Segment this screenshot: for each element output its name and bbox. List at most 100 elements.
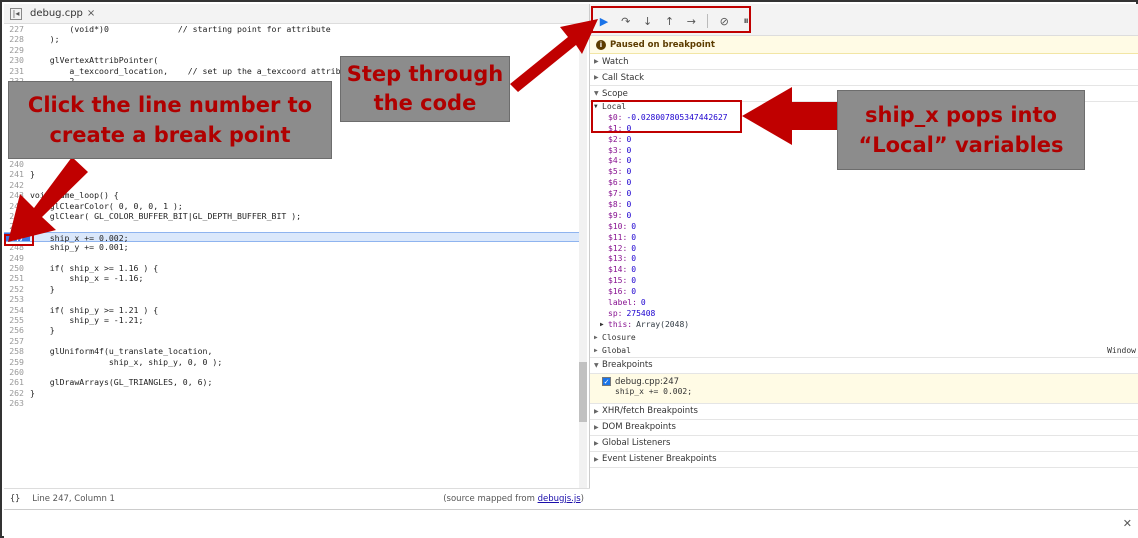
local-variable-row[interactable]: $11: 0 — [590, 233, 1138, 244]
line-number[interactable]: 255 — [4, 315, 30, 325]
variable-name: $5: — [608, 167, 623, 177]
variable-value: 275408 — [626, 308, 656, 318]
local-variable-row[interactable]: $8: 0 — [590, 200, 1138, 211]
click-callout-line1: Click the line number to — [27, 93, 313, 117]
code-line: 261 glDrawArrays(GL_TRIANGLES, 0, 6); — [4, 377, 580, 387]
variable-name: sp: — [608, 308, 623, 318]
code-text: if( ship_x >= 1.16 ) { — [30, 262, 159, 273]
line-number[interactable]: 260 — [4, 367, 30, 377]
variable-value: 0 — [626, 167, 632, 177]
line-number[interactable]: 262 — [4, 388, 30, 398]
variable-name: $3: — [608, 145, 623, 155]
local-variable-row[interactable]: $7: 0 — [590, 189, 1138, 200]
variable-name: $16: — [608, 287, 628, 297]
line-number[interactable]: 261 — [4, 377, 30, 387]
variable-name: $11: — [608, 232, 628, 242]
line-number[interactable]: 231 — [4, 66, 30, 76]
line-number[interactable]: 250 — [4, 263, 30, 273]
line-number[interactable]: 246 — [4, 221, 30, 231]
closure-section[interactable]: ▶ Closure — [590, 331, 1138, 344]
variable-name: $2: — [608, 134, 623, 144]
code-text: ); — [30, 34, 60, 45]
dom-breakpoints-section[interactable]: ▶ DOM Breakpoints — [590, 420, 1138, 436]
click-line-number-callout: Click the line number to create a break … — [8, 81, 332, 159]
line-number[interactable]: 253 — [4, 294, 30, 304]
tab-label: debug.cpp — [30, 8, 83, 19]
code-line: 241} — [4, 169, 580, 179]
line-number[interactable]: 243 — [4, 190, 30, 200]
expand-triangle-icon: ▶ — [594, 58, 599, 65]
code-text: ship_x = -1.16; — [30, 273, 144, 284]
navigator-toggle-icon[interactable]: |◂ — [10, 7, 22, 20]
debugger-sidebar: ▶ ↷ ↓ ↑ → ⊘ ⏸ i Paused on breakpoint ▶ Wa… — [590, 4, 1138, 509]
line-number[interactable]: 263 — [4, 398, 30, 408]
watch-section[interactable]: ▶ Watch — [590, 54, 1138, 70]
line-number[interactable]: 251 — [4, 273, 30, 283]
code-text: glUniform4f(u_translate_location, — [30, 346, 213, 357]
breakpoints-section[interactable]: ▼ Breakpoints — [590, 358, 1138, 374]
close-drawer-icon[interactable]: ✕ — [1123, 517, 1132, 530]
code-line: 252 } — [4, 284, 580, 294]
breakpoint-checkbox[interactable]: ✓ — [602, 376, 611, 386]
code-line: 255 ship_y = -1.21; — [4, 315, 580, 325]
paused-text: Paused on breakpoint — [610, 39, 715, 50]
local-variables-callout: ship_x pops into “Local” variables — [837, 90, 1085, 170]
global-listeners-section[interactable]: ▶ Global Listeners — [590, 436, 1138, 452]
code-line: 263 — [4, 398, 580, 408]
editor-status-bar: {} Line 247, Column 1 (source mapped fro… — [4, 488, 590, 509]
xhr-breakpoints-section[interactable]: ▶ XHR/fetch Breakpoints — [590, 404, 1138, 420]
variable-name: $12: — [608, 243, 628, 253]
source-map-prefix: (source mapped from — [443, 494, 538, 504]
line-number[interactable]: 244 — [4, 201, 30, 211]
local-variable-row[interactable]: $15: 0 — [590, 276, 1138, 287]
variable-value: 0 — [626, 178, 632, 188]
line-number[interactable]: 242 — [4, 180, 30, 190]
tab-debug-cpp[interactable]: debug.cpp × — [30, 8, 95, 19]
event-listener-breakpoints-section[interactable]: ▶ Event Listener Breakpoints — [590, 452, 1138, 468]
drawer-bar: ✕ — [4, 509, 1138, 538]
call-stack-section[interactable]: ▶ Call Stack — [590, 70, 1138, 86]
breakpoint-item[interactable]: ✓ debug.cpp:247 ship_x += 0.002; — [590, 373, 1138, 404]
local-variable-row[interactable]: $9: 0 — [590, 211, 1138, 222]
breakpoint-code: ship_x += 0.002; — [615, 386, 693, 396]
line-number[interactable]: 256 — [4, 325, 30, 335]
local-variable-row[interactable]: $10: 0 — [590, 222, 1138, 233]
screenshot-frame: |◂ debug.cpp × 227 (void*)0 // starting … — [0, 0, 1138, 538]
local-variable-row[interactable]: $14: 0 — [590, 265, 1138, 276]
local-variable-row[interactable]: $13: 0 — [590, 254, 1138, 265]
scope-label: Scope — [602, 88, 628, 99]
this-variable[interactable]: ▶ this: Array(2048) — [590, 320, 1138, 331]
line-number[interactable]: 245 — [4, 211, 30, 221]
local-variable-row[interactable]: $12: 0 — [590, 244, 1138, 255]
breakpoint-location: debug.cpp:247 — [615, 376, 680, 387]
line-number[interactable]: 228 — [4, 34, 30, 44]
source-map-link[interactable]: debugjs.js — [538, 494, 581, 504]
line-number[interactable]: 252 — [4, 284, 30, 294]
ship-callout-line1: ship_x pops into — [865, 103, 1057, 127]
line-number[interactable]: 241 — [4, 169, 30, 179]
editor-scrollbar[interactable] — [579, 24, 587, 488]
variable-value: 0 — [631, 265, 637, 275]
expand-triangle-icon: ▶ — [594, 346, 598, 354]
line-number[interactable]: 229 — [4, 45, 30, 55]
pretty-print-icon[interactable]: {} — [10, 494, 20, 504]
line-number[interactable]: 257 — [4, 336, 30, 346]
line-number[interactable]: 230 — [4, 55, 30, 65]
tab-close-icon[interactable]: × — [87, 8, 95, 19]
scrollbar-thumb[interactable] — [579, 362, 587, 422]
line-number[interactable]: 227 — [4, 24, 30, 34]
local-variable-row[interactable]: sp: 275408 — [590, 309, 1138, 320]
local-variable-row[interactable]: label: 0 — [590, 298, 1138, 309]
line-number[interactable]: 240 — [4, 159, 30, 169]
line-number[interactable]: 259 — [4, 357, 30, 367]
local-variable-row[interactable]: $16: 0 — [590, 287, 1138, 298]
collapse-triangle-icon: ▼ — [594, 90, 599, 97]
code-line: 244 glClearColor( 0, 0, 0, 1 ); — [4, 201, 580, 211]
variable-value: Array(2048) — [636, 319, 690, 329]
local-variable-row[interactable]: $6: 0 — [590, 178, 1138, 189]
line-number[interactable]: 249 — [4, 253, 30, 263]
line-number[interactable]: 258 — [4, 346, 30, 356]
code-line: 242 — [4, 180, 580, 190]
line-number[interactable]: 254 — [4, 305, 30, 315]
global-section[interactable]: ▶ Global Window — [590, 344, 1138, 358]
